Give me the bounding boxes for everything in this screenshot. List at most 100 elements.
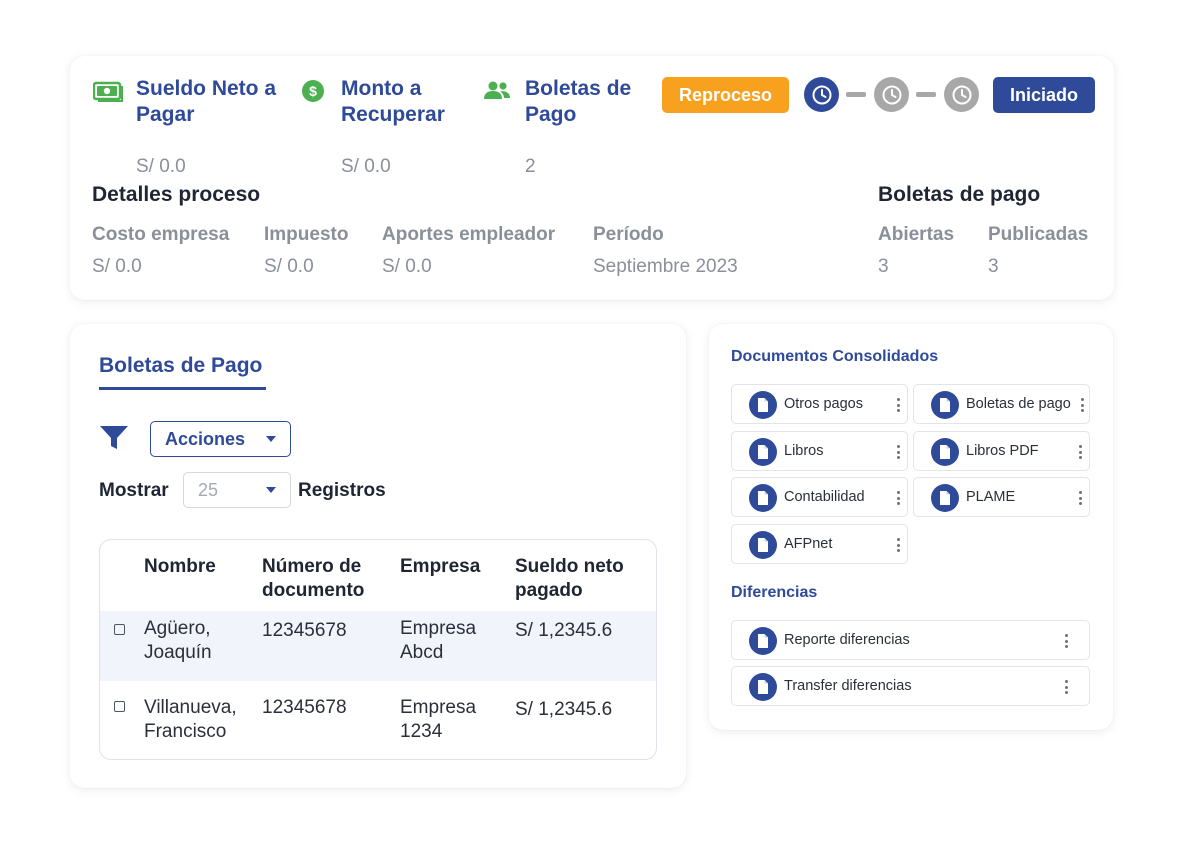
table-row[interactable]: Agüero, Joaquín 12345678 Empresa Abcd S/… bbox=[100, 611, 656, 681]
column-header-empresa[interactable]: Empresa bbox=[400, 555, 480, 579]
doc-otros-pagos[interactable]: Otros pagos bbox=[731, 384, 908, 424]
step-connector bbox=[916, 92, 936, 97]
cell-empresa: Empresa Abcd bbox=[400, 618, 477, 663]
file-icon bbox=[931, 391, 959, 419]
status-badge[interactable]: Iniciado bbox=[993, 77, 1095, 113]
table-row[interactable]: Villanueva, Francisco 12345678 Empresa 1… bbox=[100, 681, 656, 751]
detail-label: Abiertas bbox=[878, 224, 955, 245]
doc-label: Boletas de pago bbox=[966, 396, 1071, 412]
doc-libros[interactable]: Libros bbox=[731, 431, 908, 471]
page-size-select[interactable]: 25 bbox=[183, 472, 291, 508]
boletas-table: Nombre Número de documento Empresa Sueld… bbox=[99, 539, 657, 760]
cell-nombre: Villanueva, Francisco bbox=[144, 697, 237, 742]
boletas-summary-title: Boletas de pago bbox=[878, 183, 1041, 206]
doc-label: Contabilidad bbox=[784, 489, 865, 505]
more-vertical-icon[interactable] bbox=[895, 396, 901, 414]
summary-card: Sueldo Neto a Pagar S/ 0.0 $ Monto a Rec… bbox=[70, 56, 1114, 300]
step-2-clock-icon[interactable] bbox=[874, 77, 909, 112]
detail-value: 3 bbox=[988, 256, 999, 277]
documentos-consolidados-title: Documentos Consolidados bbox=[731, 348, 939, 365]
file-icon bbox=[749, 673, 777, 701]
detail-publicadas: Publicadas 3 bbox=[988, 224, 1088, 278]
doc-label: AFPnet bbox=[784, 536, 833, 552]
caret-down-icon bbox=[266, 436, 276, 442]
more-vertical-icon[interactable] bbox=[895, 443, 901, 461]
column-header-nombre[interactable]: Nombre bbox=[144, 555, 216, 579]
doc-boletas-de-pago[interactable]: Boletas de pago bbox=[913, 384, 1090, 424]
more-vertical-icon[interactable] bbox=[1077, 489, 1083, 507]
doc-libros-pdf[interactable]: Libros PDF bbox=[913, 431, 1090, 471]
doc-contabilidad[interactable]: Contabilidad bbox=[731, 477, 908, 517]
detail-impuesto: Impuesto S/ 0.0 bbox=[264, 224, 348, 278]
detail-value: Septiembre 2023 bbox=[593, 256, 738, 277]
detail-label: Período bbox=[593, 224, 664, 245]
doc-label: Libros PDF bbox=[966, 443, 1039, 459]
more-vertical-icon[interactable] bbox=[1063, 678, 1069, 696]
reproceso-button[interactable]: Reproceso bbox=[662, 77, 789, 113]
file-icon bbox=[749, 438, 777, 466]
step-1-clock-icon[interactable] bbox=[804, 77, 839, 112]
cell-sueldo: S/ 1,2345.6 bbox=[515, 620, 613, 641]
metric-value: S/ 0.0 bbox=[341, 156, 391, 177]
cell-sueldo: S/ 1,2345.6 bbox=[515, 699, 613, 720]
tab-underline bbox=[99, 387, 266, 390]
more-vertical-icon[interactable] bbox=[1079, 396, 1085, 414]
doc-label: Libros bbox=[784, 443, 824, 459]
filter-icon[interactable] bbox=[99, 425, 129, 451]
tab-boletas-de-pago[interactable]: Boletas de Pago bbox=[99, 354, 262, 378]
cell-documento: 12345678 bbox=[262, 697, 347, 718]
acciones-label: Acciones bbox=[165, 428, 246, 449]
mostrar-label: Mostrar bbox=[99, 480, 169, 501]
detail-costo-empresa: Costo empresa S/ 0.0 bbox=[92, 224, 229, 278]
detail-abiertas: Abiertas 3 bbox=[878, 224, 954, 278]
detail-label: Costo empresa bbox=[92, 224, 230, 245]
doc-reporte-diferencias[interactable]: Reporte diferencias bbox=[731, 620, 1090, 660]
detail-label: Aportes empleador bbox=[382, 224, 556, 245]
documents-panel: Documentos Consolidados Otros pagos Bole… bbox=[709, 324, 1113, 730]
step-3-clock-icon[interactable] bbox=[944, 77, 979, 112]
detail-label: Publicadas bbox=[988, 224, 1089, 245]
doc-label: Transfer diferencias bbox=[784, 678, 912, 694]
detail-label: Impuesto bbox=[264, 224, 349, 245]
metric-value: S/ 0.0 bbox=[136, 156, 186, 177]
svg-text:$: $ bbox=[309, 83, 317, 99]
file-icon bbox=[749, 531, 777, 559]
page-size-value: 25 bbox=[198, 479, 219, 500]
dollar-circle-icon: $ bbox=[297, 78, 329, 104]
doc-transfer-diferencias[interactable]: Transfer diferencias bbox=[731, 666, 1090, 706]
metric-title: Sueldo Neto a Pagar bbox=[136, 77, 277, 126]
money-bill-icon bbox=[92, 78, 124, 104]
file-icon bbox=[931, 438, 959, 466]
column-header-documento[interactable]: Número de documento bbox=[262, 555, 382, 603]
column-header-sueldo[interactable]: Sueldo neto pagado bbox=[515, 555, 640, 603]
registros-label: Registros bbox=[298, 480, 386, 501]
detail-value: S/ 0.0 bbox=[382, 256, 432, 277]
more-vertical-icon[interactable] bbox=[1077, 443, 1083, 461]
file-icon bbox=[749, 484, 777, 512]
step-connector bbox=[846, 92, 866, 97]
file-icon bbox=[749, 627, 777, 655]
cell-empresa: Empresa 1234 bbox=[400, 697, 477, 742]
boletas-panel: Boletas de Pago Acciones Mostrar 25 Regi… bbox=[70, 324, 686, 788]
more-vertical-icon[interactable] bbox=[1063, 632, 1069, 650]
detalles-title: Detalles proceso bbox=[92, 183, 261, 206]
acciones-dropdown[interactable]: Acciones bbox=[150, 421, 291, 457]
doc-afpnet[interactable]: AFPnet bbox=[731, 524, 908, 564]
file-icon bbox=[931, 484, 959, 512]
more-vertical-icon[interactable] bbox=[895, 536, 901, 554]
metric-title: Monto a Recuperar bbox=[341, 77, 445, 126]
more-vertical-icon[interactable] bbox=[895, 489, 901, 507]
row-checkbox[interactable] bbox=[114, 624, 125, 635]
detail-aportes-empleador: Aportes empleador S/ 0.0 bbox=[382, 224, 555, 278]
metric-value: 2 bbox=[525, 156, 536, 177]
cell-nombre: Agüero, Joaquín bbox=[144, 618, 212, 663]
doc-plame[interactable]: PLAME bbox=[913, 477, 1090, 517]
doc-label: PLAME bbox=[966, 489, 1016, 505]
row-checkbox[interactable] bbox=[114, 701, 125, 712]
doc-label: Otros pagos bbox=[784, 396, 863, 412]
detail-value: S/ 0.0 bbox=[264, 256, 314, 277]
detail-value: S/ 0.0 bbox=[92, 256, 142, 277]
detail-value: 3 bbox=[878, 256, 889, 277]
diferencias-title: Diferencias bbox=[731, 584, 818, 601]
users-icon bbox=[481, 78, 513, 104]
